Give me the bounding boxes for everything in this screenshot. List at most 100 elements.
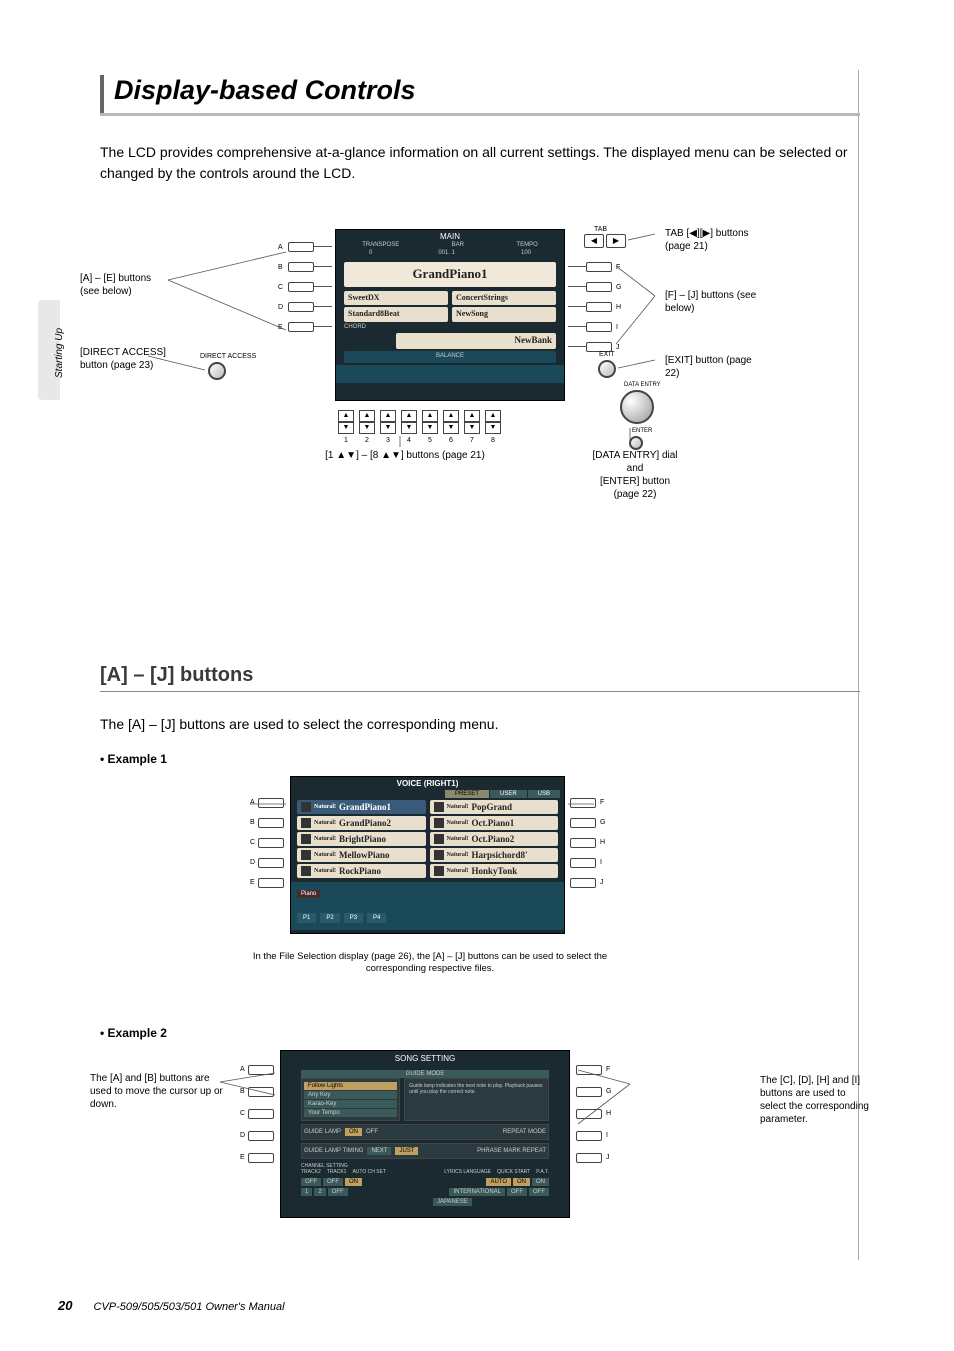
- updown-5-down[interactable]: ▼: [422, 422, 438, 434]
- next-btn[interactable]: NEXT: [367, 1147, 391, 1155]
- ex2-E-button[interactable]: [248, 1153, 274, 1163]
- updown-5-label: 5: [428, 436, 432, 445]
- ex1-C-button[interactable]: [258, 838, 284, 848]
- example2-left-caption: The [A] and [B] buttons are used to move…: [90, 1072, 225, 1111]
- label-data-entry-l4: (page 22): [575, 488, 695, 501]
- voice-item-right-3[interactable]: Natural! Harpsichord8': [430, 848, 559, 862]
- voice-item-right-4[interactable]: Natural! HonkyTonk: [430, 864, 559, 878]
- ex2-A-button[interactable]: [248, 1065, 274, 1075]
- panel-B-button[interactable]: [288, 262, 314, 272]
- phrase-mark: PHRASE MARK REPEAT: [477, 1148, 546, 1154]
- ex1-A-button[interactable]: [258, 798, 284, 808]
- voice-tab-usb[interactable]: USB: [528, 790, 560, 798]
- updown-6-up[interactable]: ▲: [443, 410, 459, 422]
- panel-J-label: J: [616, 343, 620, 352]
- updown-4-down[interactable]: ▼: [401, 422, 417, 434]
- voice-item-right-0[interactable]: Natural! PopGrand: [430, 800, 559, 814]
- panel-E-button[interactable]: [288, 322, 314, 332]
- panel-A-button[interactable]: [288, 242, 314, 252]
- ex2-B-button[interactable]: [248, 1087, 274, 1097]
- updown-2-up[interactable]: ▲: [359, 410, 375, 422]
- panel-H-button[interactable]: [586, 302, 612, 312]
- panel-D-button[interactable]: [288, 302, 314, 312]
- updown-3-down[interactable]: ▼: [380, 422, 396, 434]
- voice-item-right-1[interactable]: Natural! Oct.Piano1: [430, 816, 559, 830]
- ex2-G-button[interactable]: [576, 1087, 602, 1097]
- data-entry-dial[interactable]: [620, 390, 654, 424]
- updown-1-up[interactable]: ▲: [338, 410, 354, 422]
- updown-1-down[interactable]: ▼: [338, 422, 354, 434]
- tab-right-button[interactable]: ▶: [606, 234, 626, 248]
- ex2-D-label: D: [240, 1132, 245, 1139]
- voice-item-left-0[interactable]: Natural! GrandPiano1: [297, 800, 426, 814]
- ex2-H-button[interactable]: [576, 1109, 602, 1119]
- ex1-B-button[interactable]: [258, 818, 284, 828]
- ex1-G-button[interactable]: [570, 818, 596, 828]
- qs-off[interactable]: OFF: [507, 1188, 527, 1196]
- lcd-main-display: MAIN TRANSPOSE BAR TEMPO 0 001. 1 100 Gr…: [335, 229, 565, 401]
- ex2-J-button[interactable]: [576, 1153, 602, 1163]
- ex2-C-button[interactable]: [248, 1109, 274, 1119]
- direct-access-button[interactable]: [208, 362, 226, 380]
- song-follow-lights[interactable]: Follow Lights: [304, 1082, 397, 1090]
- voice-item-left-1[interactable]: Natural! GrandPiano2: [297, 816, 426, 830]
- panel-F-button[interactable]: [586, 262, 612, 272]
- ch-off[interactable]: OFF: [328, 1188, 348, 1196]
- voice-P3[interactable]: P3: [344, 913, 363, 923]
- ex1-E-button[interactable]: [258, 878, 284, 888]
- ex2-F-label: F: [606, 1066, 610, 1073]
- voice-item-left-2[interactable]: Natural! BrightPiano: [297, 832, 426, 846]
- voice-tab-preset[interactable]: PRESET: [445, 790, 489, 798]
- voice-item-right-2[interactable]: Natural! Oct.Piano2: [430, 832, 559, 846]
- panel-I-button[interactable]: [586, 322, 612, 332]
- exit-button[interactable]: [598, 360, 616, 378]
- off-btn[interactable]: OFF: [366, 1129, 378, 1135]
- panel-A-label: A: [278, 243, 283, 252]
- voice-P1[interactable]: P1: [297, 913, 316, 923]
- ex1-C-label: C: [250, 839, 255, 846]
- panel-G-button[interactable]: [586, 282, 612, 292]
- just-btn[interactable]: JUST: [395, 1147, 418, 1155]
- qs-on[interactable]: ON: [513, 1178, 530, 1186]
- autoch-on[interactable]: ON: [345, 1178, 362, 1186]
- pat-on[interactable]: ON: [532, 1178, 549, 1186]
- song-your-tempo[interactable]: Your Tempo: [304, 1109, 397, 1117]
- voice-item-left-3[interactable]: Natural! MellowPiano: [297, 848, 426, 862]
- updown-6-down[interactable]: ▼: [443, 422, 459, 434]
- voice-lcd: VOICE (RIGHT1) PRESET USER USB Natural! …: [290, 776, 565, 934]
- updown-7-up[interactable]: ▲: [464, 410, 480, 422]
- voice-item-left-4[interactable]: Natural! RockPiano: [297, 864, 426, 878]
- lang-jp[interactable]: JAPANESE: [433, 1198, 472, 1206]
- ex1-D-button[interactable]: [258, 858, 284, 868]
- ex1-H-button[interactable]: [570, 838, 596, 848]
- ex1-J-button[interactable]: [570, 878, 596, 888]
- updown-2-down[interactable]: ▼: [359, 422, 375, 434]
- ex2-D-button[interactable]: [248, 1131, 274, 1141]
- on-btn[interactable]: ON: [345, 1128, 362, 1136]
- ex1-F-button[interactable]: [570, 798, 596, 808]
- lang-intl[interactable]: INTERNATIONAL: [449, 1188, 505, 1196]
- lang-auto[interactable]: AUTO: [486, 1178, 511, 1186]
- t2-off[interactable]: OFF: [301, 1178, 321, 1186]
- panel-C-button[interactable]: [288, 282, 314, 292]
- example1-diagram: VOICE (RIGHT1) PRESET USER USB Natural! …: [100, 776, 860, 1006]
- updown-8-up[interactable]: ▲: [485, 410, 501, 422]
- song-karao-key[interactable]: Karao-Key: [304, 1100, 397, 1108]
- updown-7-down[interactable]: ▼: [464, 422, 480, 434]
- updown-5-up[interactable]: ▲: [422, 410, 438, 422]
- ex1-I-button[interactable]: [570, 858, 596, 868]
- updown-4-up[interactable]: ▲: [401, 410, 417, 422]
- voice-P4[interactable]: P4: [367, 913, 386, 923]
- voice-P2[interactable]: P2: [320, 913, 339, 923]
- song-any-key[interactable]: Any Key: [304, 1091, 397, 1099]
- updown-3-up[interactable]: ▲: [380, 410, 396, 422]
- voice-tab-user[interactable]: USER: [490, 790, 527, 798]
- pat-off[interactable]: OFF: [529, 1188, 549, 1196]
- ex2-F-button[interactable]: [576, 1065, 602, 1075]
- song-title: SONG SETTING: [281, 1051, 569, 1066]
- ex2-I-button[interactable]: [576, 1131, 602, 1141]
- tab-left-button[interactable]: ◀: [584, 234, 604, 248]
- enter-button[interactable]: [629, 436, 643, 450]
- updown-8-down[interactable]: ▼: [485, 422, 501, 434]
- t1-off[interactable]: OFF: [323, 1178, 343, 1186]
